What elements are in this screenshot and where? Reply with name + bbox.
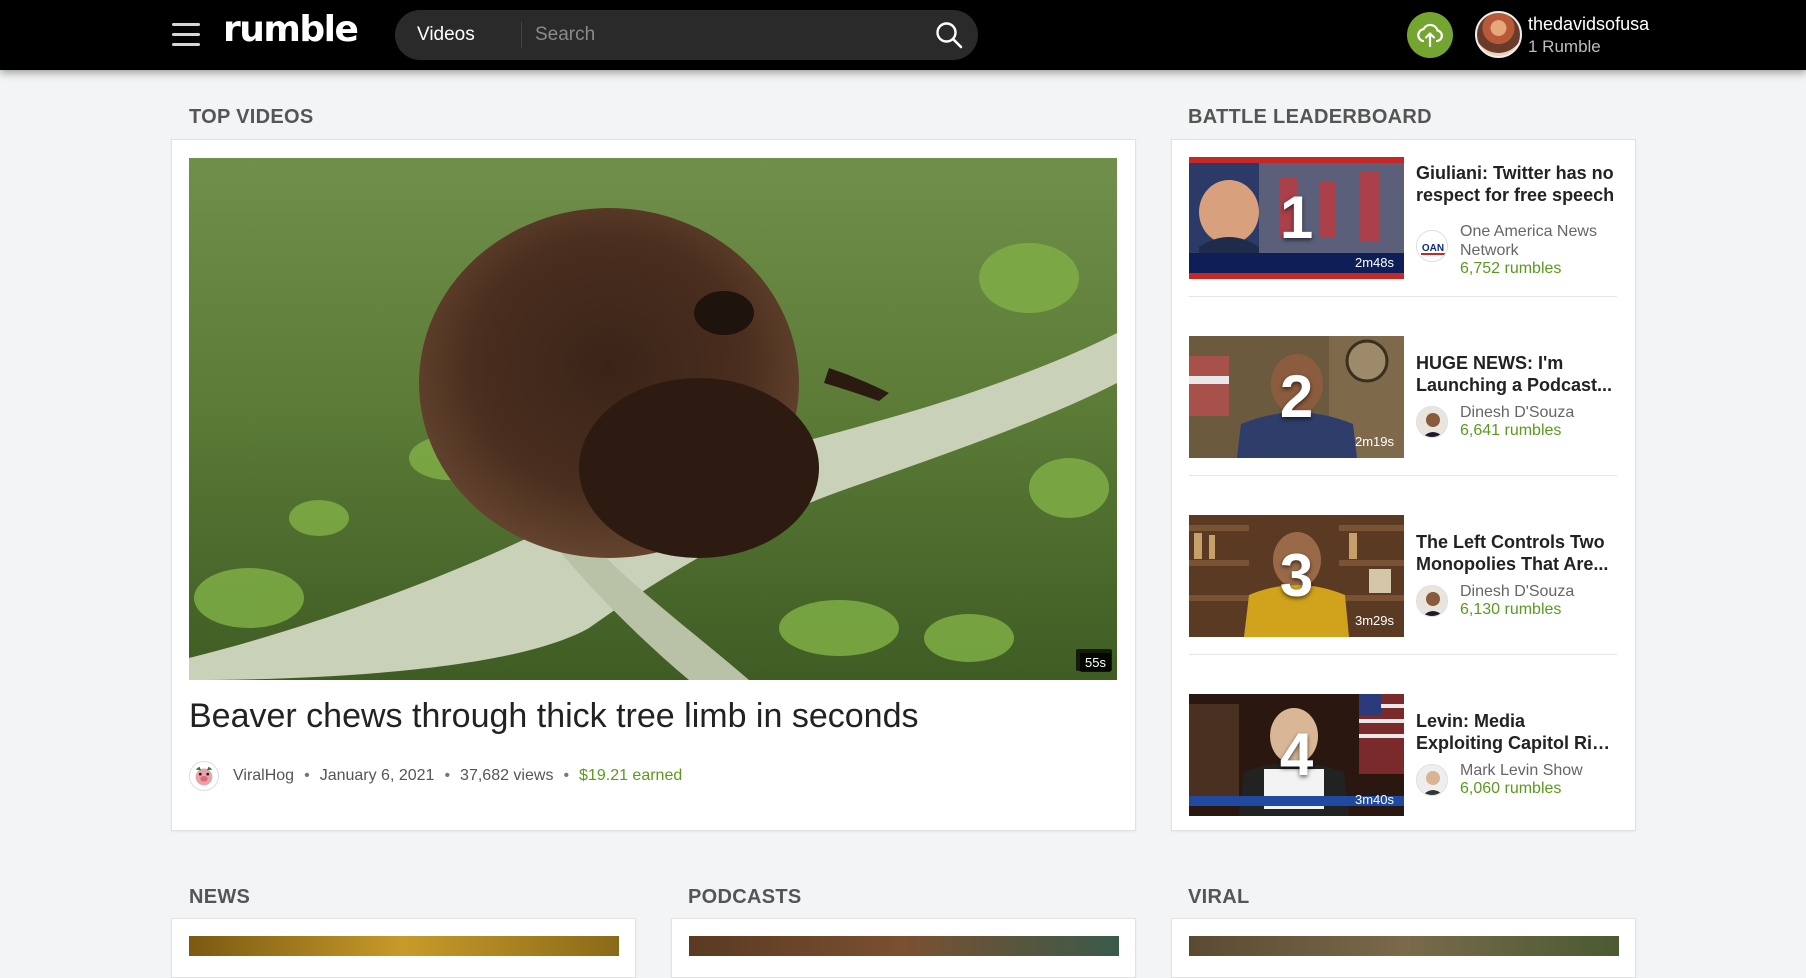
- featured-video-title[interactable]: Beaver chews through thick tree limb in …: [189, 697, 918, 736]
- leaderboard-channel[interactable]: Dinesh D'Souza: [1460, 582, 1620, 601]
- leaderboard-title[interactable]: HUGE NEWS: I'm Launching a Podcast...: [1416, 352, 1616, 396]
- podcasts-card: [671, 918, 1136, 978]
- oan-channel-avatar[interactable]: OAN: [1416, 230, 1448, 262]
- menu-icon[interactable]: [172, 23, 200, 47]
- leaderboard-thumbnail[interactable]: 4 3m40s: [1189, 694, 1404, 816]
- podcasts-heading: PODCASTS: [688, 886, 802, 908]
- search-divider: [521, 22, 522, 48]
- dinesh-dsouza-avatar[interactable]: [1416, 406, 1448, 438]
- viral-thumbnail[interactable]: [1189, 936, 1619, 956]
- featured-video-date: January 6, 2021: [319, 767, 435, 784]
- featured-video-earned: $19.21 earned: [579, 767, 683, 784]
- leaderboard-title[interactable]: Levin: Media Exploiting Capitol Riot to …: [1416, 710, 1616, 754]
- featured-video-meta: ViralHog • January 6, 2021 • 37,682 view…: [189, 760, 682, 792]
- leaderboard-duration: 2m19s: [1354, 434, 1394, 449]
- username[interactable]: thedavidsofusa: [1528, 14, 1649, 35]
- leaderboard-rumbles: 6,130 rumbles: [1460, 601, 1562, 618]
- viral-heading: VIRAL: [1188, 886, 1250, 908]
- featured-video-thumbnail[interactable]: 55s: [189, 158, 1117, 680]
- viralhog-avatar[interactable]: [189, 761, 219, 791]
- leaderboard-channel[interactable]: Dinesh D'Souza: [1460, 403, 1620, 422]
- leaderboard-rumbles: 6,752 rumbles: [1460, 260, 1562, 277]
- featured-video-views: 37,682 views: [460, 767, 554, 784]
- search-input[interactable]: [535, 18, 905, 52]
- meta-separator: •: [304, 767, 310, 784]
- upload-button[interactable]: [1407, 12, 1453, 58]
- search-icon[interactable]: [934, 20, 964, 50]
- leaderboard-thumbnail[interactable]: 2 2m19s: [1189, 336, 1404, 458]
- mark-levin-avatar[interactable]: [1416, 764, 1448, 796]
- featured-video-channel[interactable]: ViralHog: [233, 767, 294, 785]
- podcasts-thumbnail[interactable]: [689, 936, 1119, 956]
- viral-card: [1171, 918, 1636, 978]
- leaderboard-rumbles: 6,641 rumbles: [1460, 422, 1562, 439]
- leaderboard-duration: 3m29s: [1354, 613, 1394, 628]
- upload-icon: [1417, 23, 1443, 48]
- leaderboard-channel[interactable]: Mark Levin Show: [1460, 761, 1620, 780]
- leaderboard-thumbnail[interactable]: 1 2m48s: [1189, 157, 1404, 279]
- leaderboard-item[interactable]: 1 2m48s Giuliani: Twitter has no respect…: [1189, 157, 1617, 297]
- battle-leaderboard-heading: BATTLE LEADERBOARD: [1188, 106, 1432, 128]
- leaderboard-card: 1 2m48s Giuliani: Twitter has no respect…: [1171, 139, 1636, 831]
- search-scope-selector[interactable]: Videos: [417, 10, 475, 60]
- top-videos-heading: TOP VIDEOS: [189, 106, 314, 128]
- rumble-logo[interactable]: rumble: [223, 9, 359, 50]
- leaderboard-item[interactable]: 2 2m19s HUGE NEWS: I'm Launching a Podca…: [1189, 336, 1617, 476]
- news-heading: NEWS: [189, 886, 251, 908]
- featured-video-duration: 55s: [1080, 653, 1111, 672]
- news-card: [171, 918, 636, 978]
- meta-separator: •: [444, 767, 451, 784]
- leaderboard-channel[interactable]: One America News Network: [1460, 222, 1620, 260]
- svg-text:OAN: OAN: [1422, 243, 1444, 254]
- leaderboard-duration: 2m48s: [1354, 255, 1394, 270]
- leaderboard-item[interactable]: 4 3m40s Levin: Media Exploiting Capitol …: [1189, 694, 1617, 816]
- leaderboard-title[interactable]: The Left Controls Two Monopolies That Ar…: [1416, 531, 1616, 575]
- meta-separator: •: [563, 767, 570, 784]
- top-navigation-bar: rumble Videos thedavidsofusa 1 Rumble: [0, 0, 1806, 70]
- leaderboard-duration: 3m40s: [1354, 792, 1394, 807]
- user-rumble-count: 1 Rumble: [1528, 37, 1601, 56]
- leaderboard-title[interactable]: Giuliani: Twitter has no respect for fre…: [1416, 162, 1616, 206]
- search-bar: Videos: [395, 10, 978, 60]
- user-avatar[interactable]: [1475, 11, 1522, 58]
- dinesh-dsouza-avatar[interactable]: [1416, 585, 1448, 617]
- leaderboard-thumbnail[interactable]: 3 3m29s: [1189, 515, 1404, 637]
- news-thumbnail[interactable]: [189, 936, 619, 956]
- leaderboard-item[interactable]: 3 3m29s The Left Controls Two Monopolies…: [1189, 515, 1617, 655]
- featured-video-card: 55s Beaver chews through thick tree limb…: [171, 139, 1136, 831]
- leaderboard-rumbles: 6,060 rumbles: [1460, 780, 1562, 797]
